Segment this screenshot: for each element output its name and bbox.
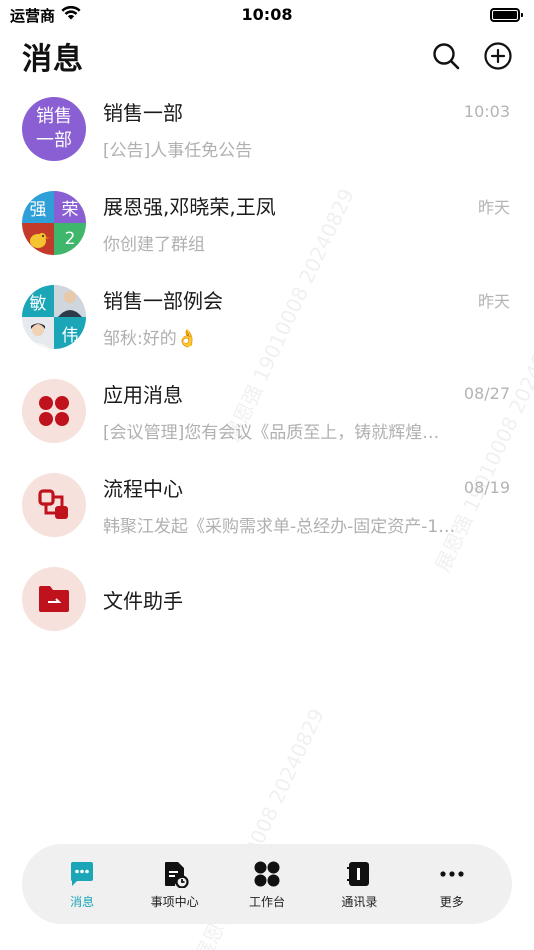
conversation-item[interactable]: 应用消息 08/27 [会议管理]您有会议《品质至上，铸就辉煌… [0, 364, 534, 458]
tab-label: 更多 [439, 894, 464, 909]
conversation-preview: 韩聚江发起《采购需求单-总经办-固定资产-1… [103, 517, 456, 537]
tab-bar: 消息 事项中心 工作台 通讯录 更多 [22, 844, 512, 924]
status-bar: 运营商 10:08 [0, 0, 534, 30]
ok-hand-emoji: 👌 [176, 329, 198, 349]
avatar-cell: 荣 [54, 191, 86, 223]
add-button[interactable] [484, 42, 512, 70]
plus-circle-icon [484, 42, 512, 70]
tab-contacts[interactable]: 通讯录 [319, 859, 399, 910]
group-avatar: 敏 伟 [22, 285, 86, 349]
avatar-text: 一部 [36, 130, 72, 151]
tab-label: 通讯录 [341, 894, 378, 909]
avatar-cell: 敏 [22, 285, 54, 317]
bird-icon [30, 233, 50, 248]
conversation-preview: 你创建了群组 [103, 235, 205, 255]
conversation-item[interactable]: 销售 一部 销售一部 10:03 [公告]人事任免公告 [0, 82, 534, 176]
conversation-list: 销售 一部 销售一部 10:03 [公告]人事任免公告 强 荣 2 展恩强,邓晓… [0, 82, 534, 646]
chat-bubble-icon [71, 861, 94, 886]
status-time: 10:08 [241, 5, 293, 24]
conversation-preview: 邹秋:好的👌 [103, 324, 510, 349]
avatar: 销售 一部 [22, 97, 86, 161]
group-avatar: 强 荣 2 [22, 191, 86, 255]
grid-dots-icon [254, 861, 280, 886]
conversation-time: 08/19 [463, 478, 510, 497]
conversation-item[interactable]: 文件助手 [0, 552, 534, 646]
avatar-photo [22, 223, 54, 255]
task-doc-icon [164, 861, 189, 888]
avatar-photo [22, 317, 54, 349]
conversation-name: 销售一部 [103, 101, 183, 125]
avatar-cell: 2 [54, 223, 86, 255]
search-icon [433, 43, 460, 70]
avatar-text: 销售 [36, 106, 72, 127]
tab-label: 消息 [70, 894, 95, 909]
conversation-preview: [会议管理]您有会议《品质至上，铸就辉煌… [103, 423, 440, 443]
workflow-icon [38, 489, 68, 519]
app-avatar [22, 567, 86, 631]
battery-icon [490, 8, 523, 22]
tab-tasks[interactable]: 事项中心 [135, 859, 215, 910]
tab-label: 事项中心 [150, 894, 199, 909]
app-avatar [22, 473, 86, 537]
conversation-time: 10:03 [463, 102, 510, 121]
apps-dots-icon [39, 396, 69, 426]
person-photo-icon [54, 285, 86, 317]
conversation-name: 展恩强,邓晓荣,王凤 [103, 195, 276, 219]
conversation-name: 应用消息 [103, 383, 183, 407]
tab-messages[interactable]: 消息 [42, 859, 122, 910]
tab-label: 工作台 [248, 894, 285, 909]
avatar-cell: 伟 [54, 317, 86, 349]
preview-text: 邹秋:好的 [103, 329, 177, 349]
contacts-book-icon [347, 861, 370, 886]
more-dots-icon [440, 870, 464, 877]
conversation-item[interactable]: 流程中心 08/19 韩聚江发起《采购需求单-总经办-固定资产-1… [0, 458, 534, 552]
conversation-name: 文件助手 [103, 588, 183, 613]
conversation-time: 昨天 [477, 197, 510, 217]
conversation-name: 销售一部例会 [103, 289, 223, 313]
conversation-name: 流程中心 [103, 477, 183, 501]
folder-icon [39, 586, 69, 612]
conversation-item[interactable]: 敏 伟 销售一部例会 昨天 邹秋:好的👌 [0, 270, 534, 364]
app-avatar [22, 379, 86, 443]
conversation-time: 08/27 [463, 384, 510, 403]
conversation-time: 昨天 [477, 291, 510, 311]
avatar-photo [54, 285, 86, 317]
page-title: 消息 [22, 42, 84, 77]
tab-workbench[interactable]: 工作台 [227, 859, 307, 910]
conversation-preview: [公告]人事任免公告 [103, 141, 253, 161]
header: 消息 [0, 30, 534, 82]
person-photo-icon [22, 317, 54, 349]
conversation-item[interactable]: 强 荣 2 展恩强,邓晓荣,王凤 昨天 你创建了群组 [0, 176, 534, 270]
search-button[interactable] [432, 42, 460, 70]
avatar-cell: 强 [22, 191, 54, 223]
tab-more[interactable]: 更多 [412, 859, 492, 910]
